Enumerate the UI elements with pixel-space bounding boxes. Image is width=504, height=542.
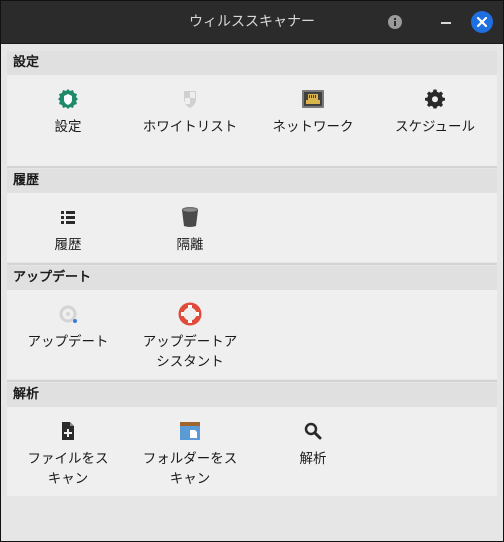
schedule-item[interactable]: スケジュール (374, 87, 496, 137)
section-heading-update: アップデート (7, 266, 497, 290)
window-title: ウィルススキャナー (189, 14, 315, 30)
list-icon (61, 211, 75, 224)
update-section: アップデート アップデート アップデートア シスタント (7, 266, 497, 379)
update-icon (59, 305, 77, 323)
quarantine-item-label: 隔離 (176, 237, 204, 253)
section-divider (7, 166, 497, 168)
quarantine-item[interactable]: 隔離 (129, 205, 251, 255)
update-item[interactable]: アップデート (7, 302, 129, 352)
update-assistant-item[interactable]: アップデートア シスタント (129, 302, 251, 372)
shield-list-icon (184, 91, 196, 108)
history-item[interactable]: 履歴 (7, 205, 129, 255)
minimize-icon (441, 22, 451, 24)
section-heading-settings: 設定 (7, 51, 497, 75)
scan-file-item-label: ファイルをス キャン (27, 451, 109, 487)
minimize-button[interactable] (435, 11, 457, 33)
section-divider (7, 380, 497, 382)
whitelist-item[interactable]: ホワイトリスト (129, 87, 251, 137)
scan-folder-item[interactable]: フォルダーをス キャン (129, 419, 251, 489)
section-heading-history: 履歴 (7, 169, 497, 193)
section-heading-analysis: 解析 (7, 383, 497, 407)
folder-icon (180, 422, 200, 440)
settings-section: 設定 設定 ホワイトリスト ネットワーク スケジュール (7, 51, 497, 166)
lifebuoy-icon (178, 302, 202, 326)
history-item-label: 履歴 (54, 237, 82, 253)
close-button[interactable] (471, 11, 493, 33)
update-assistant-item-label: アップデートア シスタント (142, 334, 238, 370)
app-window: ウィルススキャナー 設定 設定 ホワイトリスト ネットワーク スケジュール 履歴… (0, 0, 504, 542)
settings-item[interactable]: 設定 (7, 87, 129, 137)
whitelist-item-label: ホワイトリスト (142, 119, 238, 135)
network-port-icon (302, 90, 324, 108)
section-divider (7, 263, 497, 265)
settings-item-label: 設定 (54, 119, 82, 135)
update-item-label: アップデート (27, 334, 109, 350)
title-bar: ウィルススキャナー (1, 1, 503, 44)
network-item-label: ネットワーク (272, 119, 354, 135)
magnifier-icon (304, 422, 322, 440)
scan-file-item[interactable]: ファイルをス キャン (7, 419, 129, 489)
info-icon (388, 15, 402, 29)
network-item[interactable]: ネットワーク (252, 87, 374, 137)
history-section: 履歴 履歴 隔離 (7, 169, 497, 262)
analysis-item[interactable]: 解析 (252, 419, 374, 469)
close-icon (476, 16, 488, 28)
trash-bin-icon (182, 207, 198, 227)
file-add-icon (62, 422, 74, 440)
shield-gear-icon (58, 89, 78, 109)
info-button[interactable] (384, 11, 406, 33)
schedule-item-label: スケジュール (394, 119, 476, 135)
gear-icon (425, 89, 445, 109)
analysis-section: 解析 ファイルをス キャン フォルダーをス キャン 解析 (7, 383, 497, 496)
analysis-item-label: 解析 (299, 451, 327, 467)
scan-folder-item-label: フォルダーをス キャン (142, 451, 238, 487)
